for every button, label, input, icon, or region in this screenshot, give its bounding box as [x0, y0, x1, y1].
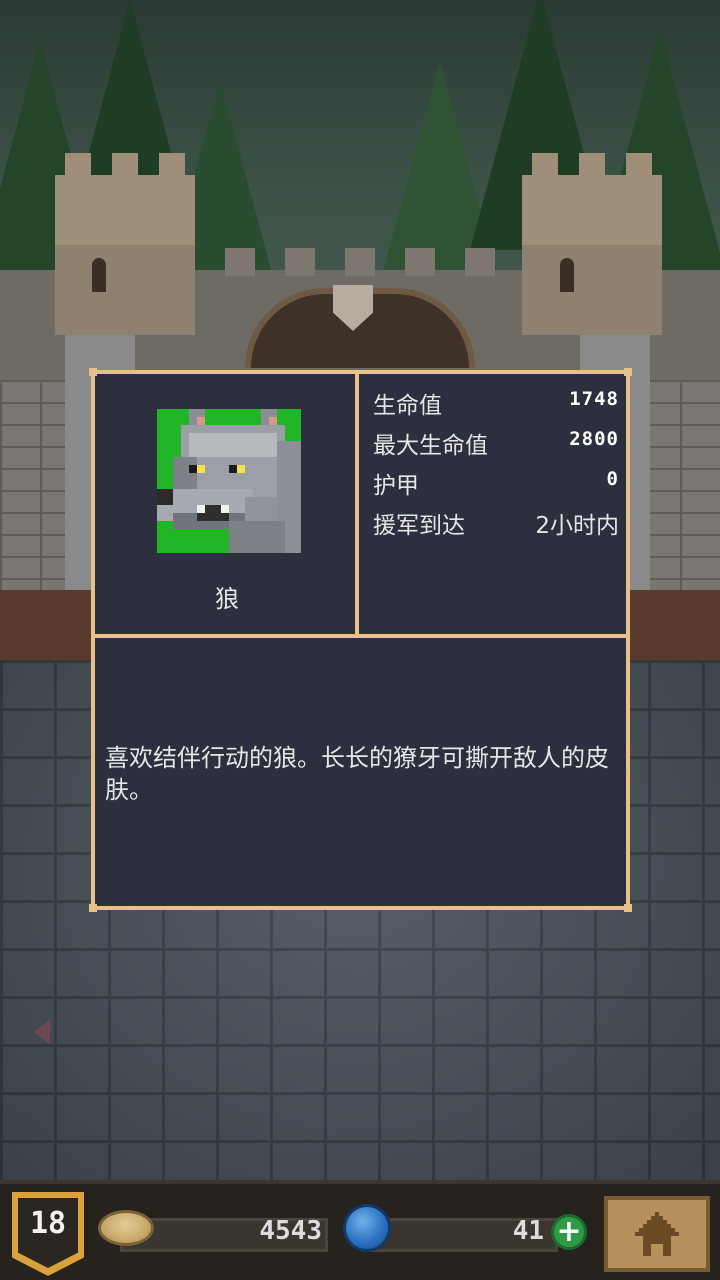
stat-row-max-hp: 最大生命值 2800 — [373, 420, 619, 460]
player-level: 18 — [29, 1206, 67, 1241]
coin-icon — [98, 1210, 154, 1246]
description-section: 喜欢结伴行动的狼。长长的獠牙可撕开敌人的皮肤。 — [95, 638, 626, 906]
wall-crenel — [405, 248, 435, 276]
portrait-section: 狼 — [95, 374, 359, 634]
stat-row-hp: 生命值 1748 — [373, 380, 619, 420]
right-tower-top — [522, 153, 662, 245]
tower-window — [92, 258, 106, 292]
stat-label: 最大生命值 — [373, 433, 488, 459]
bottom-resource-bar: 18 4543 41 + — [0, 1180, 720, 1280]
stat-label: 援军到达 — [373, 513, 465, 539]
stat-value: 2小时内 — [535, 513, 619, 539]
home-icon — [635, 1212, 679, 1256]
wall-crenel — [225, 248, 255, 276]
stat-value: 1748 — [569, 388, 619, 410]
left-arrow-icon[interactable] — [34, 1020, 50, 1044]
unit-name: 狼 — [215, 585, 239, 613]
unit-info-panel: 狼 生命值 1748 最大生命值 2800 护甲 0 援军到达 2小时内 喜欢结… — [89, 368, 632, 912]
gem-amount: 41 — [512, 1216, 544, 1246]
left-tower-top — [55, 153, 195, 245]
shield-badge-icon[interactable]: 18 — [12, 1192, 84, 1276]
add-gems-button[interactable]: + — [551, 1214, 587, 1250]
stats-section: 生命值 1748 最大生命值 2800 护甲 0 援军到达 2小时内 — [363, 374, 626, 634]
wall-crenel — [345, 248, 375, 276]
stat-value: 0 — [606, 468, 619, 490]
gold-amount: 4543 — [259, 1216, 322, 1246]
plus-icon: + — [556, 1214, 582, 1249]
stat-row-reinforcement: 援军到达 2小时内 — [373, 500, 619, 540]
unit-description: 喜欢结伴行动的狼。长长的獠牙可撕开敌人的皮肤。 — [105, 744, 609, 804]
wolf-icon — [157, 409, 301, 553]
wall-crenel — [285, 248, 315, 276]
stat-value: 2800 — [569, 428, 619, 450]
stat-label: 生命值 — [373, 393, 442, 419]
wolf-portrait-icon — [157, 409, 301, 553]
stat-row-armor: 护甲 0 — [373, 460, 619, 500]
tower-window — [560, 258, 574, 292]
stat-label: 护甲 — [373, 473, 419, 499]
home-button[interactable] — [604, 1196, 710, 1272]
blue-gem-icon — [343, 1204, 391, 1252]
wall-crenel — [465, 248, 495, 276]
